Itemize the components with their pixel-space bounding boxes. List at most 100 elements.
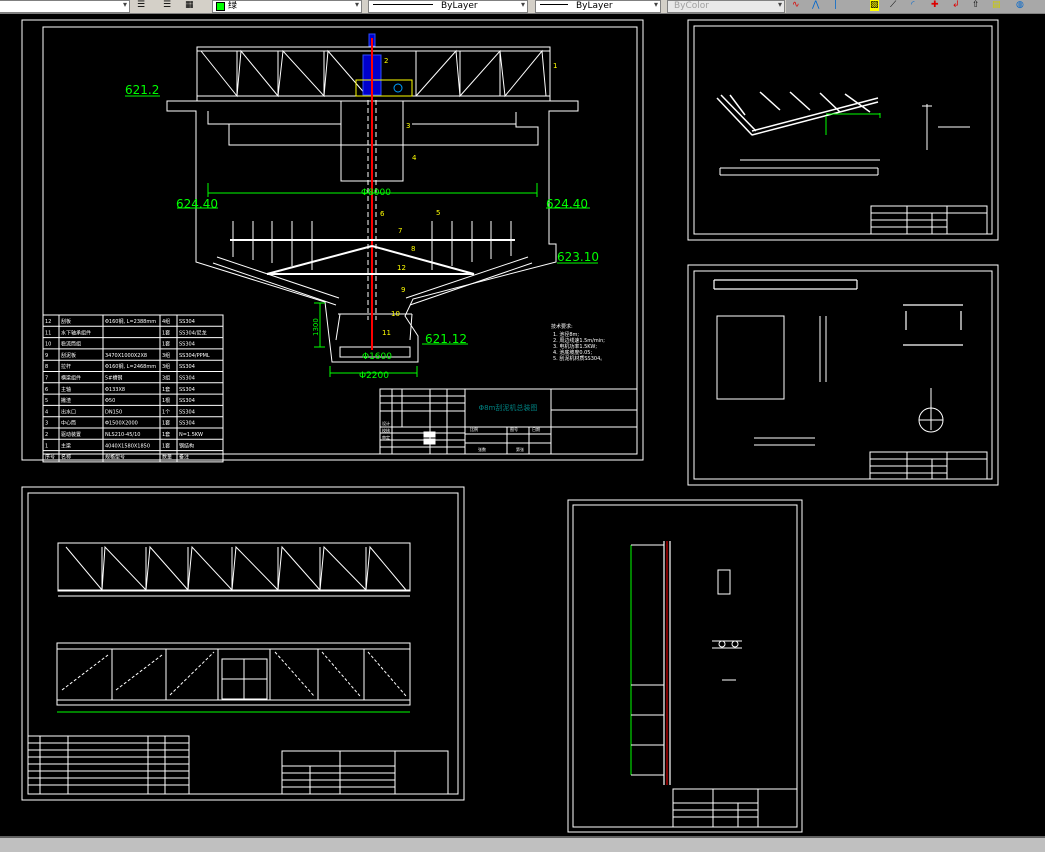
svg-text:比例: 比例 — [470, 426, 478, 432]
bom-row-cell: 1套 — [162, 420, 170, 427]
bom-row-cell: 5#槽钢 — [105, 375, 122, 382]
elevation-right-water: 624.40 — [546, 197, 588, 211]
layer-iso-icon[interactable]: ▦ — [185, 0, 194, 11]
bom-row-cell: SS304/尼龙 — [179, 329, 207, 336]
chevron-down-icon: ▾ — [354, 0, 359, 9]
svg-text:2. 周边线速1.5m/min;: 2. 周边线速1.5m/min; — [553, 337, 605, 344]
bom-row-cell: 4 — [45, 409, 48, 415]
svg-text:审定: 审定 — [382, 434, 390, 440]
spline-icon[interactable]: ∿ — [792, 0, 800, 11]
layer-color-swatch — [216, 2, 225, 11]
svg-text:7: 7 — [398, 227, 402, 235]
bom-header-cell: 备注 — [179, 454, 189, 461]
bom-row-cell: 9 — [45, 353, 48, 359]
layer-state-icon[interactable]: ☰ — [137, 0, 145, 11]
bom-row-cell: 12 — [45, 319, 51, 325]
bom-row-cell: 3 — [45, 421, 48, 427]
chevron-down-icon: ▾ — [122, 0, 127, 9]
dim-pit-dia: Φ1600 — [362, 352, 392, 362]
bom-row-cell: 1套 — [162, 431, 170, 438]
bom-row-cell: SS304 — [179, 398, 195, 404]
layer-previous-icon[interactable]: ☰ — [163, 0, 171, 11]
bom-row-cell: 3470X1000X2X8 — [105, 353, 147, 359]
bom-header-cell: 数量 — [162, 454, 172, 461]
svg-text:5. 刮泥机材质SS304。: 5. 刮泥机材质SS304。 — [553, 355, 605, 362]
polyline-icon[interactable]: ⋀ — [812, 0, 819, 11]
svg-text:6: 6 — [380, 210, 385, 218]
sheet-truss-detail — [21, 486, 465, 801]
bom-row-cell: 横梁组件 — [61, 375, 81, 382]
cross-icon[interactable]: ✚ — [931, 0, 939, 11]
bom-header-cell: 规格型号 — [105, 454, 125, 461]
svg-text:校核: 校核 — [382, 427, 390, 433]
bom-row-cell: 水下轴承组件 — [61, 329, 91, 336]
bom-row-cell: SS304 — [179, 342, 195, 348]
svg-text:12: 12 — [397, 264, 406, 272]
bom-row-cell: Φ1500X2000 — [105, 421, 138, 427]
hatch-icon[interactable]: ▧ — [870, 0, 879, 11]
sheet-shaft-detail — [567, 499, 803, 833]
bom-row-cell: SS304 — [179, 364, 195, 370]
drawing-title: Φ8m刮泥机总装图 — [479, 403, 538, 412]
layer-dropdown[interactable]: 绿 ▾ — [212, 0, 362, 13]
bom-row-cell: 3组 — [162, 352, 170, 359]
svg-text:技术要求:: 技术要求: — [551, 323, 573, 330]
bom-row-cell: SS304 — [179, 376, 195, 382]
line-icon[interactable]: | — [834, 0, 837, 11]
bom-row-cell: 6 — [45, 387, 48, 393]
home-icon[interactable]: ⇧ — [972, 0, 980, 11]
dim-pit-depth: 1300 — [312, 318, 320, 336]
line-sample — [540, 3, 568, 5]
bom-row-cell: 5 — [45, 398, 48, 404]
lineweight-dropdown[interactable]: ByLayer ▾ — [535, 0, 661, 13]
bom-header-cell: 序号 — [45, 454, 55, 461]
linetype-value: ByLayer — [441, 1, 478, 11]
dimension-icon[interactable]: ⟋ — [890, 0, 896, 11]
bom-row-cell: 1套 — [162, 341, 170, 348]
bom-row-cell: 中心筒 — [61, 420, 76, 427]
bom-row-cell: 4040X1580X1850 — [105, 443, 150, 449]
bom-row-cell: 11 — [45, 330, 51, 336]
bom-row-cell: 驱动装置 — [61, 431, 81, 438]
svg-text:1: 1 — [553, 62, 557, 70]
part-labels: 1 2 3 4 5 6 7 8 9 10 11 12 — [380, 57, 557, 337]
bom-row-cell: SS304 — [179, 387, 195, 393]
layer-value: 绿 — [228, 1, 238, 11]
linetype-dropdown[interactable]: ByLayer ▾ — [368, 0, 528, 13]
bom-row-cell: SS304 — [179, 409, 195, 415]
title-block: Φ8m刮泥机总装图 设计 校核 审定 比例 图号 日期 张数 第张 — [379, 388, 638, 455]
plotstyle-value: ByColor — [674, 1, 709, 11]
bom-row-cell: Φ160钢, L=2468mm — [105, 363, 156, 370]
draw-toolbar: ∿ ⋀ | ▧ ⟋ ◜ ✚ ↲ ⇧ ▤ ◍ — [786, 0, 1045, 13]
svg-text:10: 10 — [391, 310, 400, 318]
dim-pit-outer: Φ2200 — [359, 371, 389, 381]
bom-row-cell: 拉杆 — [61, 363, 71, 370]
svg-text:设计: 设计 — [382, 420, 390, 426]
svg-text:4. 池底坡度0.05;: 4. 池底坡度0.05; — [553, 349, 592, 356]
svg-text:11: 11 — [382, 329, 391, 337]
bom-row-cell: 1套 — [162, 442, 170, 449]
arc-icon[interactable]: ◜ — [911, 0, 915, 11]
chevron-down-icon: ▾ — [777, 0, 782, 9]
hook-icon[interactable]: ↲ — [952, 0, 960, 11]
dropdown-left[interactable]: ▾ — [0, 0, 130, 13]
gradient-icon[interactable]: ▤ — [992, 0, 1001, 11]
elevation-top: 621.2 — [125, 83, 159, 97]
chevron-down-icon: ▾ — [520, 0, 525, 9]
bom-row-cell: 1套 — [162, 386, 170, 393]
bom-header-cell: 名称 — [61, 454, 71, 461]
globe-icon[interactable]: ◍ — [1016, 0, 1024, 11]
bom-row-cell: 10 — [45, 342, 51, 348]
svg-text:5: 5 — [436, 209, 440, 217]
bom-row-cell: SS304/PPML — [179, 353, 210, 359]
bom-row-cell: 钢结构 — [179, 442, 194, 449]
sheet-detail-rake — [687, 19, 999, 241]
bom-row-cell: 撇渣 — [61, 397, 71, 404]
bom-row-cell: 刮泥板 — [61, 352, 76, 359]
sheet-main-assembly: 621.2 624.40 624.40 623.10 621.12 Φ8000 … — [21, 19, 644, 463]
drawing-canvas[interactable]: 621.2 624.40 624.40 623.10 621.12 Φ8000 … — [0, 14, 1045, 836]
chevron-down-icon: ▾ — [653, 0, 658, 9]
svg-text:3. 电机功率1.5KW;: 3. 电机功率1.5KW; — [553, 343, 597, 350]
bom-row-cell: NLS210-45/10 — [105, 432, 140, 438]
bom-row-cell: 稳流筒组 — [61, 341, 81, 348]
